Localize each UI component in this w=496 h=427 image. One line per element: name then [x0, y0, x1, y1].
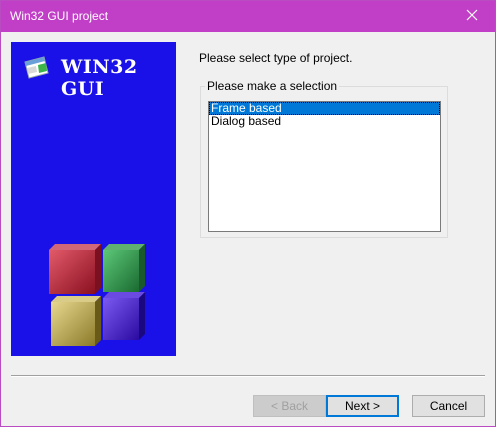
next-button[interactable]: Next > [326, 395, 399, 417]
back-button[interactable]: < Back [253, 395, 326, 417]
close-icon [466, 9, 478, 24]
wizard-window: Win32 GUI project WIN32 GUI Please selec… [0, 0, 496, 427]
close-button[interactable] [449, 1, 495, 32]
cancel-button[interactable]: Cancel [412, 395, 485, 417]
wizard-banner-image: WIN32 GUI [11, 42, 176, 356]
cubes-logo [45, 240, 149, 350]
group-label: Please make a selection [205, 79, 340, 93]
title-bar[interactable]: Win32 GUI project [1, 1, 495, 32]
prompt-text: Please select type of project. [199, 51, 353, 65]
selection-groupbox: Please make a selection Frame based Dial… [200, 80, 448, 238]
banner-logo-text: WIN32 GUI [61, 56, 138, 100]
list-item-dialog-based[interactable]: Dialog based [209, 115, 440, 128]
application-window-icon [22, 54, 54, 82]
window-title: Win32 GUI project [10, 9, 109, 23]
footer-separator-highlight [11, 376, 485, 377]
project-type-listbox[interactable]: Frame based Dialog based [208, 101, 441, 232]
